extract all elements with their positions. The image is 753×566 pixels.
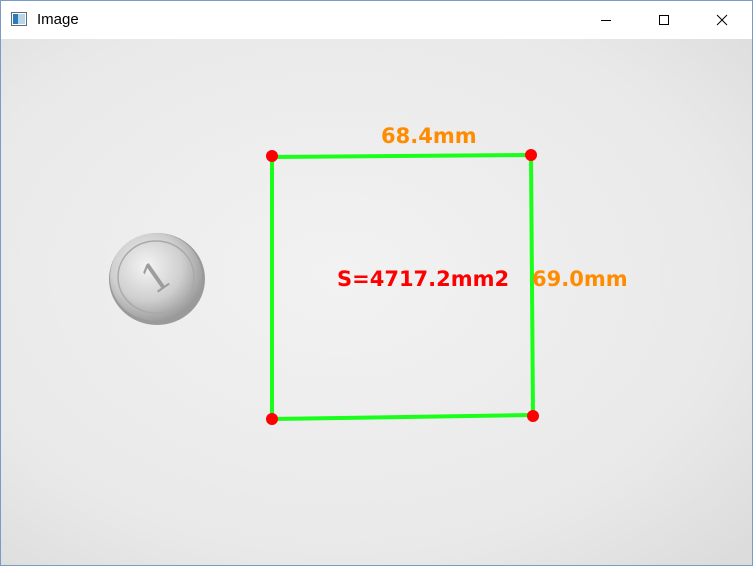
- top-length-label: 68.4mm: [381, 124, 477, 148]
- close-button[interactable]: [693, 1, 751, 39]
- close-icon: [716, 14, 728, 26]
- side-length-label: 69.0mm: [532, 267, 628, 291]
- maximize-icon: [659, 15, 669, 25]
- app-icon: [11, 12, 27, 26]
- minimize-icon: [601, 20, 611, 21]
- coin: 1: [109, 233, 205, 325]
- corner-top-left: [266, 150, 278, 162]
- maximize-button[interactable]: [635, 1, 693, 39]
- window-title: Image: [37, 11, 79, 28]
- paper-background: [1, 39, 752, 565]
- image-canvas: 1 68.4mm 69.0mm S=4717.2mm2: [1, 39, 752, 565]
- corner-top-right: [525, 149, 537, 161]
- measurement-photo: 1 68.4mm 69.0mm S=4717.2mm2: [1, 39, 752, 565]
- minimize-button[interactable]: [577, 1, 635, 39]
- area-label: S=4717.2mm2: [337, 267, 509, 291]
- corner-bottom-right: [527, 410, 539, 422]
- title-bar[interactable]: Image: [1, 1, 752, 39]
- image-window: Image 1 68.4mm 69.0mm S=4717.2mm2: [0, 0, 753, 566]
- corner-bottom-left: [266, 413, 278, 425]
